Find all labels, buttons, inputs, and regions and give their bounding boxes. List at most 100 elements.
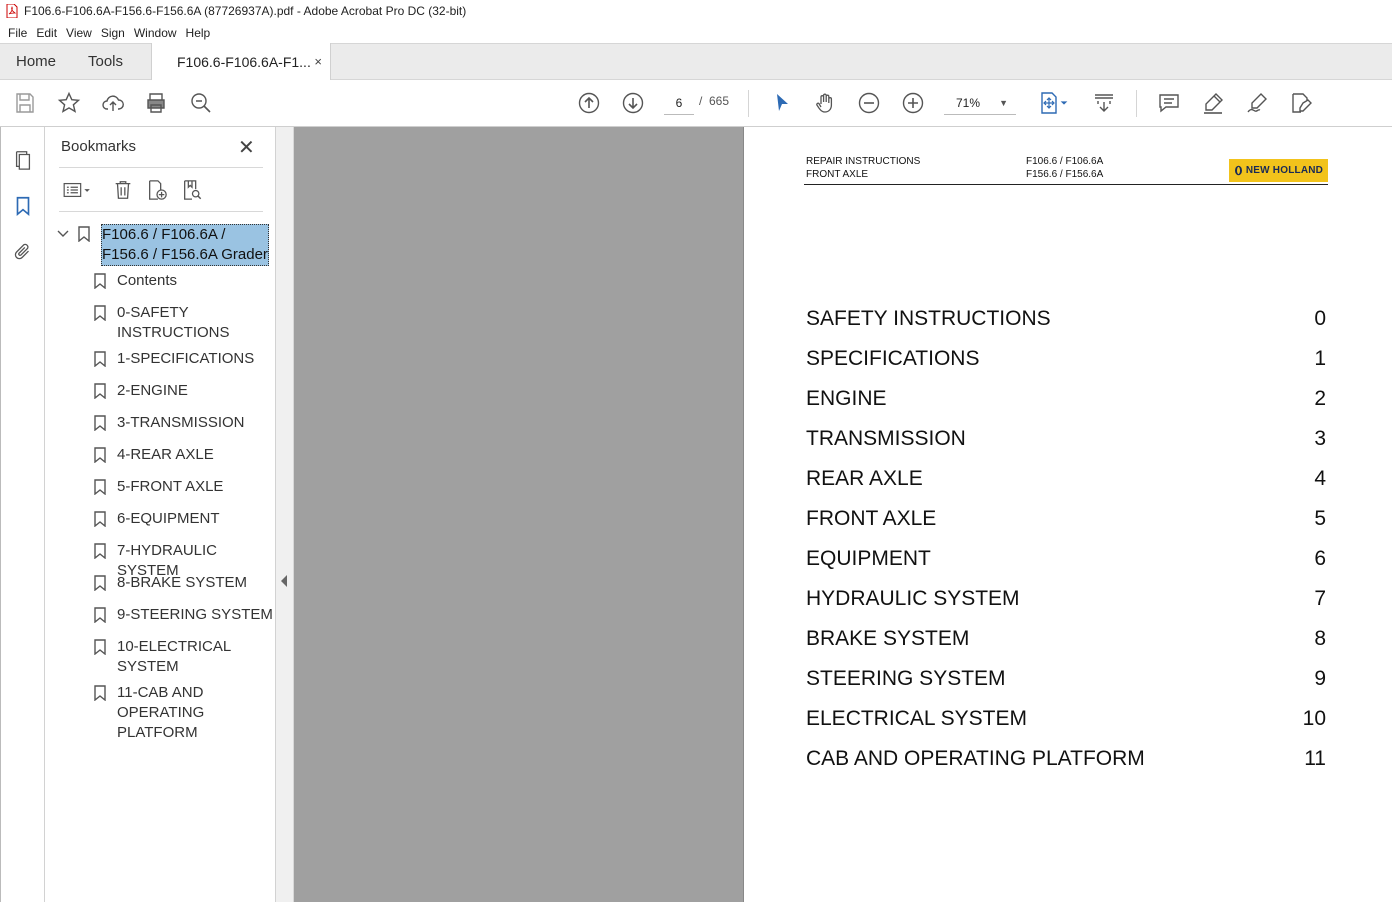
bookmark-root-item[interactable]: F106.6 / F106.6A / F156.6 / F156.6A Grad… bbox=[101, 224, 269, 266]
attachments-paperclip-icon[interactable] bbox=[11, 239, 35, 265]
cloud-upload-icon[interactable] bbox=[100, 90, 126, 116]
toc-label: FRONT AXLE bbox=[806, 507, 937, 530]
toc-number: 3 bbox=[1314, 427, 1326, 450]
bookmark-item[interactable]: 5-FRONT AXLE bbox=[117, 477, 273, 497]
toc-label: HYDRAULIC SYSTEM bbox=[806, 587, 1020, 610]
bookmark-item[interactable]: 2-ENGINE bbox=[117, 381, 273, 401]
bookmark-item[interactable]: 3-TRANSMISSION bbox=[117, 413, 273, 433]
logo-text: NEW HOLLAND bbox=[1245, 165, 1324, 176]
toc-number: 5 bbox=[1314, 507, 1326, 530]
find-bookmark-icon[interactable] bbox=[179, 178, 205, 202]
toc-label: REAR AXLE bbox=[806, 467, 923, 490]
window-title: F106.6-F106.6A-F156.6-F156.6A (87726937A… bbox=[24, 4, 467, 18]
zoom-level-select[interactable]: 71% ▼ bbox=[944, 91, 1016, 115]
panel-divider-2 bbox=[59, 211, 263, 212]
tab-document[interactable]: F106.6-F106.6A-F1... × bbox=[151, 43, 331, 80]
acrobat-pdf-icon bbox=[6, 4, 18, 18]
title-bar: F106.6-F106.6A-F156.6-F156.6A (87726937A… bbox=[0, 0, 1392, 22]
bookmark-icon bbox=[94, 479, 106, 495]
collapse-chevron-icon[interactable] bbox=[57, 228, 69, 242]
close-tab-icon[interactable]: × bbox=[314, 54, 322, 69]
bookmark-item[interactable]: 9-STEERING SYSTEM bbox=[117, 605, 273, 625]
bookmark-icon bbox=[94, 685, 106, 701]
bookmark-icon bbox=[94, 607, 106, 623]
print-icon[interactable] bbox=[143, 90, 169, 116]
toc-row: EQUIPMENT 6 bbox=[806, 547, 1326, 575]
bookmark-item[interactable]: 11-CAB AND OPERATING PLATFORM bbox=[117, 683, 222, 743]
bookmark-options-icon[interactable] bbox=[59, 178, 95, 202]
page-header-title: REPAIR INSTRUCTIONS bbox=[806, 156, 921, 167]
chevron-down-icon: ▼ bbox=[999, 98, 1008, 108]
tab-home[interactable]: Home bbox=[16, 53, 56, 70]
toc-number: 11 bbox=[1304, 747, 1326, 770]
star-icon[interactable] bbox=[56, 90, 82, 116]
toc-row: TRANSMISSION 3 bbox=[806, 427, 1326, 455]
header-rule bbox=[804, 184, 1328, 185]
bookmark-icon bbox=[94, 383, 106, 399]
page-header-section: FRONT AXLE bbox=[806, 169, 869, 180]
next-page-icon[interactable] bbox=[620, 90, 646, 116]
bookmark-item[interactable]: 1-SPECIFICATIONS bbox=[117, 349, 273, 369]
save-icon[interactable] bbox=[12, 90, 38, 116]
bookmark-item[interactable]: Contents bbox=[117, 271, 273, 291]
bookmark-item[interactable]: 10-ELECTRICAL SYSTEM bbox=[117, 637, 237, 677]
document-background bbox=[294, 127, 743, 902]
close-panel-icon[interactable]: ✕ bbox=[238, 135, 255, 160]
bookmark-item[interactable]: 6-EQUIPMENT bbox=[117, 509, 273, 529]
bookmark-item[interactable]: 4-REAR AXLE bbox=[117, 445, 273, 465]
toc-number: 7 bbox=[1314, 587, 1326, 610]
toc-label: SPECIFICATIONS bbox=[806, 347, 980, 370]
scroll-mode-icon[interactable] bbox=[1091, 90, 1117, 116]
menu-window[interactable]: Window bbox=[130, 26, 181, 40]
collapse-arrow-icon[interactable] bbox=[281, 575, 287, 587]
new-bookmark-icon[interactable] bbox=[144, 178, 170, 202]
toc-row: ELECTRICAL SYSTEM 10 bbox=[806, 707, 1326, 735]
menu-view[interactable]: View bbox=[62, 26, 96, 40]
page-total: 665 bbox=[709, 94, 730, 108]
bookmark-item[interactable]: 8-BRAKE SYSTEM bbox=[117, 573, 273, 593]
toolbar-divider-2 bbox=[1136, 90, 1137, 117]
previous-page-icon[interactable] bbox=[576, 90, 602, 116]
pdf-page: REPAIR INSTRUCTIONS FRONT AXLE F106.6 / … bbox=[743, 127, 1392, 902]
highlight-pen-icon[interactable] bbox=[1200, 90, 1226, 116]
toc-number: 10 bbox=[1302, 707, 1326, 730]
toc-number: 6 bbox=[1314, 547, 1326, 570]
navigation-rail bbox=[0, 127, 45, 902]
bookmark-item[interactable]: 0-SAFETY INSTRUCTIONS bbox=[117, 303, 247, 343]
bookmark-icon bbox=[94, 447, 106, 463]
menu-help[interactable]: Help bbox=[182, 26, 215, 40]
toc-label: TRANSMISSION bbox=[806, 427, 966, 450]
edit-pdf-icon[interactable] bbox=[1288, 90, 1314, 116]
bookmark-panel-icon[interactable] bbox=[11, 193, 35, 219]
fit-dropdown-chevron-icon[interactable] bbox=[1058, 90, 1070, 116]
bookmarks-title: Bookmarks bbox=[61, 138, 137, 155]
comment-icon[interactable] bbox=[1156, 90, 1182, 116]
toolbar-divider bbox=[748, 90, 749, 117]
zoom-in-icon[interactable] bbox=[900, 90, 926, 116]
bookmark-icon bbox=[78, 226, 90, 242]
toc-number: 0 bbox=[1314, 307, 1326, 330]
toc-label: BRAKE SYSTEM bbox=[806, 627, 970, 650]
panel-divider bbox=[59, 167, 263, 168]
toc-number: 4 bbox=[1314, 467, 1326, 490]
toc-row: SAFETY INSTRUCTIONS 0 bbox=[806, 307, 1326, 335]
panel-splitter[interactable] bbox=[276, 127, 294, 902]
page-number-input[interactable]: 6 bbox=[664, 91, 694, 115]
menu-edit[interactable]: Edit bbox=[32, 26, 61, 40]
delete-bookmark-icon[interactable] bbox=[110, 178, 136, 202]
tab-bar: Home Tools F106.6-F106.6A-F1... × bbox=[0, 43, 1392, 80]
zoom-level-value: 71% bbox=[956, 96, 981, 110]
menu-sign[interactable]: Sign bbox=[97, 26, 129, 40]
select-cursor-icon[interactable] bbox=[769, 90, 795, 116]
page-header-model-2: F156.6 / F156.6A bbox=[1026, 169, 1104, 180]
page-thumbnails-icon[interactable] bbox=[11, 147, 35, 173]
search-zoom-icon[interactable] bbox=[188, 90, 214, 116]
new-holland-logo: NEW HOLLAND bbox=[1229, 159, 1328, 182]
menu-file[interactable]: File bbox=[4, 26, 31, 40]
zoom-out-icon[interactable] bbox=[856, 90, 882, 116]
draw-sign-icon[interactable] bbox=[1244, 90, 1270, 116]
toc-label: EQUIPMENT bbox=[806, 547, 931, 570]
menu-bar: File Edit View Sign Window Help bbox=[0, 22, 1392, 43]
tab-tools[interactable]: Tools bbox=[88, 53, 123, 70]
hand-tool-icon[interactable] bbox=[812, 90, 838, 116]
